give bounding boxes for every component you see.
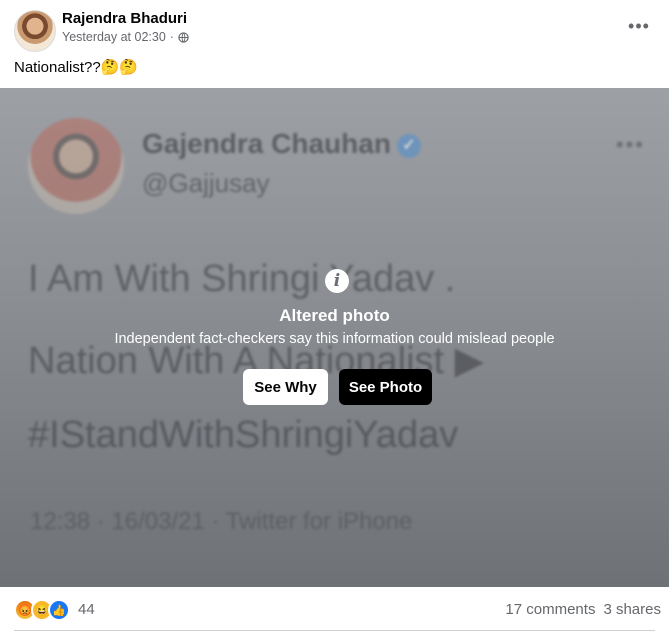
post-footer: 😡 😆 👍 44 17 comments 3 shares bbox=[0, 587, 669, 631]
author-avatar[interactable] bbox=[14, 10, 56, 52]
post-stats: 17 comments 3 shares bbox=[505, 601, 661, 618]
reaction-icons[interactable]: 😡 😆 👍 bbox=[14, 599, 70, 621]
comments-count[interactable]: 17 comments bbox=[505, 601, 595, 618]
fact-check-overlay: i Altered photo Independent fact-checker… bbox=[0, 88, 669, 587]
post-media[interactable]: Gajendra Chauhan ✓ @Gajjusay ••• I Am Wit… bbox=[0, 88, 669, 587]
post-header: Rajendra Bhaduri Yesterday at 02:30 · ••… bbox=[0, 0, 669, 56]
fact-check-description: Independent fact-checkers say this infor… bbox=[114, 331, 555, 347]
info-icon: i bbox=[325, 269, 349, 293]
meta-separator: · bbox=[169, 30, 174, 44]
post-meta: Yesterday at 02:30 · bbox=[62, 30, 189, 44]
shares-count[interactable]: 3 shares bbox=[603, 601, 661, 618]
like-reaction-icon: 👍 bbox=[48, 599, 70, 621]
reaction-count[interactable]: 44 bbox=[78, 601, 95, 618]
author-name[interactable]: Rajendra Bhaduri bbox=[62, 10, 187, 27]
more-options-icon[interactable]: ••• bbox=[623, 10, 655, 42]
post-caption: Nationalist??🤔🤔 bbox=[14, 59, 139, 76]
altered-photo-title: Altered photo bbox=[279, 306, 390, 325]
see-why-button[interactable]: See Why bbox=[243, 369, 328, 405]
globe-icon bbox=[178, 31, 189, 43]
see-photo-button[interactable]: See Photo bbox=[339, 369, 432, 405]
post-timestamp[interactable]: Yesterday at 02:30 bbox=[62, 30, 166, 44]
